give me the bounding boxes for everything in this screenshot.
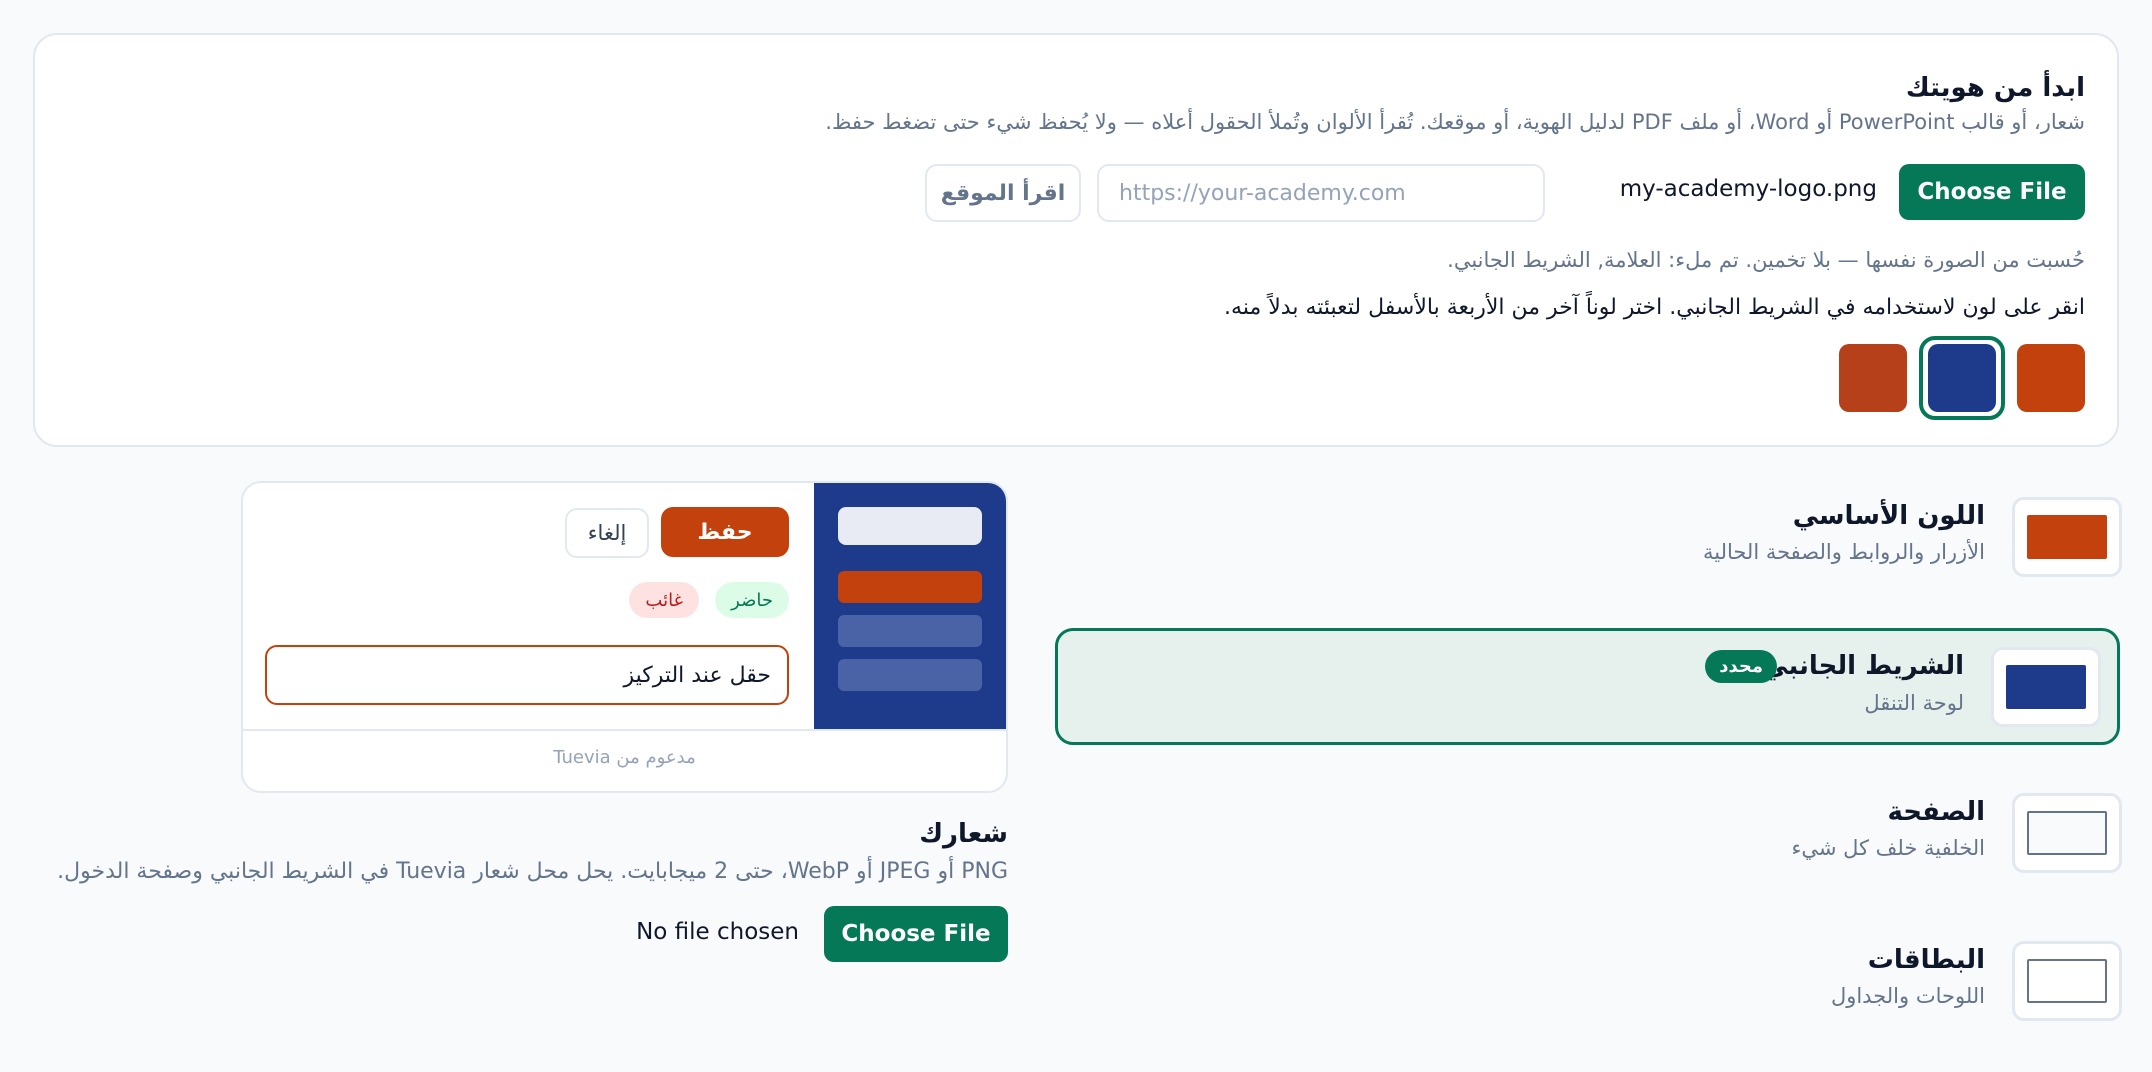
preview-sidebar-logo — [838, 507, 982, 545]
primary-color-fill — [2027, 515, 2107, 559]
preview-sidebar-active-item — [838, 571, 982, 603]
computed-note: حُسبت من الصورة نفسها — بلا تخمين. تم مل… — [1447, 248, 2085, 272]
sidebar-color-swatch[interactable] — [1991, 647, 2101, 727]
preview-powered-by: مدعوم من Tuevia — [553, 747, 696, 768]
identity-card: ابدأ من هويتك شعار، أو قالب PowerPoint أ… — [33, 33, 2119, 447]
logo-title: شعارك — [919, 819, 1008, 849]
selected-badge: محدد — [1705, 650, 1777, 683]
logo-description: PNG أو JPEG أو WebP، حتى 2 ميجابايت. يحل… — [57, 859, 1008, 884]
extracted-color-swatch-2-selected-ring[interactable] — [1919, 336, 2005, 420]
identity-title: ابدأ من هويتك — [1905, 73, 2085, 103]
extracted-color-swatch-3[interactable] — [1839, 344, 1907, 412]
website-url-input[interactable] — [1097, 164, 1545, 222]
color-row-page[interactable]: الصفحة الخلفية خلف كل شيء — [1066, 793, 2122, 877]
sidebar-color-title: الشريط الجانبي — [1762, 651, 1964, 681]
identity-choose-file-button[interactable]: Choose File — [1899, 164, 2085, 220]
primary-color-title: اللون الأساسي — [1792, 501, 1985, 531]
extracted-color-swatch-1[interactable] — [2017, 344, 2085, 412]
identity-description: شعار، أو قالب PowerPoint أو Word، أو ملف… — [825, 110, 2085, 134]
extracted-color-swatch-2[interactable] — [1928, 344, 1996, 412]
preview-absent-badge: غائب — [629, 582, 699, 618]
cards-color-swatch[interactable] — [2012, 941, 2122, 1021]
sidebar-color-subtitle: لوحة التنقل — [1864, 691, 1964, 715]
page-color-subtitle: الخلفية خلف كل شيء — [1791, 836, 1985, 860]
logo-file-status: No file chosen — [636, 919, 799, 945]
color-row-cards[interactable]: البطاقات اللوحات والجداول — [1066, 941, 2122, 1025]
cards-color-fill — [2027, 959, 2107, 1003]
swatch-instruction: انقر على لون لاستخدامه في الشريط الجانبي… — [1224, 295, 2085, 320]
preview-sidebar — [814, 483, 1006, 729]
theme-preview: حفظ إلغاء حاضر غائب حقل عند التركيز مدعو… — [241, 481, 1008, 793]
preview-sidebar-item — [838, 659, 982, 691]
preview-cancel-button[interactable]: إلغاء — [565, 508, 649, 558]
primary-color-subtitle: الأزرار والروابط والصفحة الحالية — [1702, 540, 1985, 564]
color-row-sidebar[interactable]: الشريط الجانبي محدد لوحة التنقل — [1055, 628, 2120, 745]
cards-color-title: البطاقات — [1867, 945, 1985, 975]
logo-choose-file-button[interactable]: Choose File — [824, 906, 1008, 962]
color-row-primary[interactable]: اللون الأساسي الأزرار والروابط والصفحة ا… — [1066, 497, 2122, 581]
preview-save-button[interactable]: حفظ — [661, 507, 789, 557]
page-color-fill — [2027, 811, 2107, 855]
identity-file-name: my-academy-logo.png — [1619, 176, 1877, 202]
preview-focused-field[interactable]: حقل عند التركيز — [265, 645, 789, 705]
page-color-title: الصفحة — [1887, 797, 1985, 827]
preview-present-badge: حاضر — [715, 582, 789, 618]
sidebar-color-fill — [2006, 665, 2086, 709]
preview-divider — [243, 729, 1006, 731]
preview-sidebar-item — [838, 615, 982, 647]
cards-color-subtitle: اللوحات والجداول — [1830, 984, 1985, 1008]
primary-color-swatch[interactable] — [2012, 497, 2122, 577]
page-color-swatch[interactable] — [2012, 793, 2122, 873]
read-site-button[interactable]: اقرأ الموقع — [925, 164, 1081, 222]
